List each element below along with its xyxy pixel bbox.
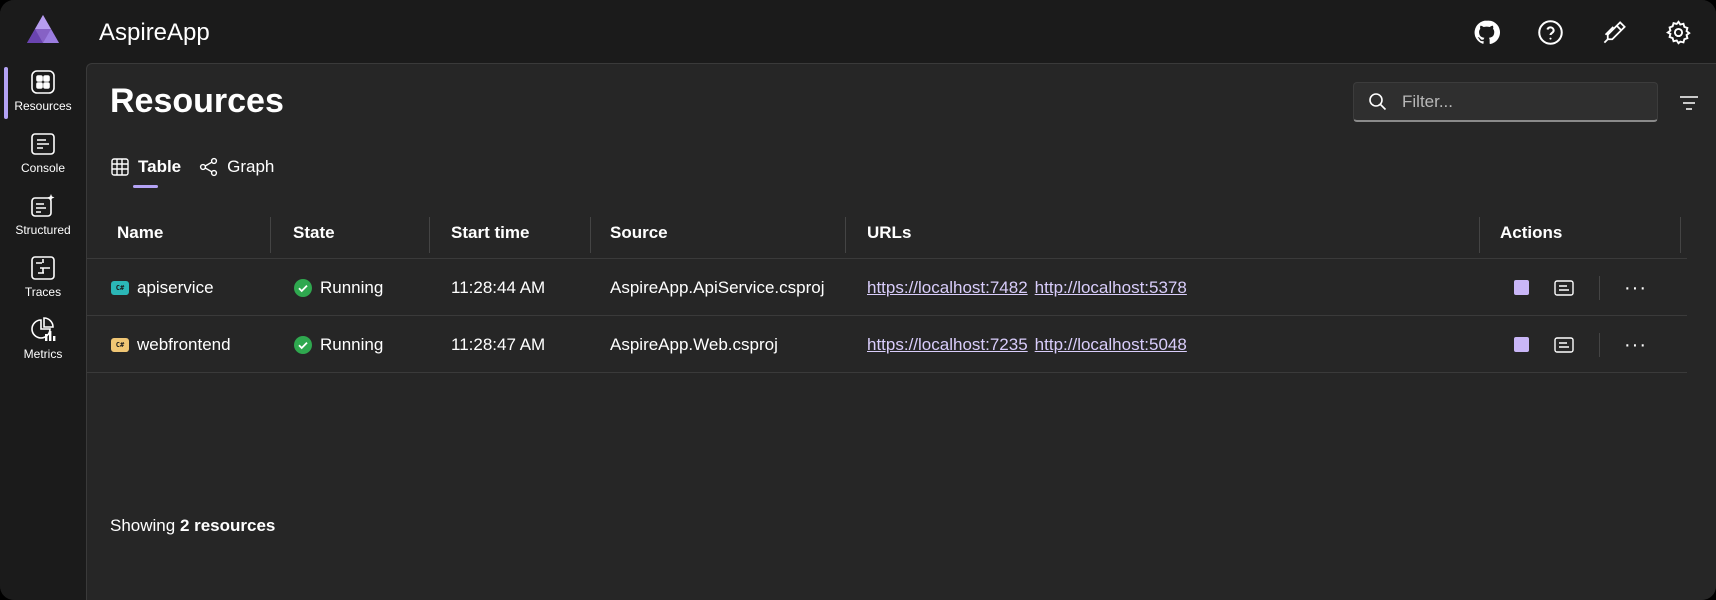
nav-item-console[interactable]: Console bbox=[0, 125, 86, 185]
action-divider bbox=[1599, 332, 1600, 357]
resource-name-cell: C# webfrontend bbox=[111, 316, 231, 373]
source-cell: AspireApp.ApiService.csproj bbox=[610, 277, 825, 297]
help-icon[interactable] bbox=[1532, 14, 1568, 50]
nav-label-structured: Structured bbox=[15, 223, 71, 237]
metrics-icon bbox=[31, 317, 56, 341]
nav-item-traces[interactable]: Traces bbox=[0, 249, 86, 309]
actions-cell: ··· bbox=[1514, 259, 1647, 316]
column-divider[interactable] bbox=[429, 217, 430, 253]
footer-count: 2 resources bbox=[179, 516, 276, 535]
nav-label-console: Console bbox=[20, 161, 66, 175]
resource-count-footer: Showing 2 resources bbox=[110, 516, 275, 536]
github-icon[interactable] bbox=[1468, 14, 1504, 50]
column-header-actions: Actions bbox=[1500, 223, 1563, 242]
resource-name-cell: C# apiservice bbox=[111, 259, 214, 316]
state-text: Running bbox=[320, 334, 384, 354]
running-check-icon bbox=[294, 278, 312, 297]
column-divider[interactable] bbox=[845, 217, 846, 253]
start-time-cell: 11:28:47 AM bbox=[451, 334, 546, 354]
top-bar: AspireApp bbox=[0, 0, 1716, 63]
state-cell: Running bbox=[293, 259, 383, 316]
action-divider bbox=[1599, 275, 1600, 300]
resources-table: Name State Start time Source URLs Action… bbox=[87, 207, 1687, 373]
tab-graph[interactable]: Graph bbox=[199, 152, 274, 182]
urls-cell: https://localhost:7482 http://localhost:… bbox=[867, 259, 1194, 316]
console-logs-icon[interactable] bbox=[1553, 334, 1575, 356]
url-link[interactable]: http://localhost:5048 bbox=[1035, 335, 1187, 355]
column-divider[interactable] bbox=[270, 217, 271, 253]
actions-cell: ··· bbox=[1514, 316, 1647, 373]
resource-name: apiservice bbox=[137, 277, 214, 297]
side-nav: Resources Console Structured Traces Metr… bbox=[0, 63, 86, 600]
header-actions bbox=[1468, 14, 1696, 50]
dev-docs-icon[interactable] bbox=[1596, 14, 1632, 50]
more-actions-icon[interactable]: ··· bbox=[1624, 278, 1647, 298]
structured-icon bbox=[31, 194, 55, 217]
nav-label-resources: Resources bbox=[14, 99, 72, 113]
nav-item-resources[interactable]: Resources bbox=[0, 63, 86, 123]
state-cell: Running bbox=[293, 316, 383, 373]
url-link[interactable]: https://localhost:7482 bbox=[867, 278, 1028, 298]
nav-label-metrics: Metrics bbox=[23, 347, 63, 361]
traces-icon bbox=[31, 256, 55, 280]
project-icon: C# bbox=[111, 337, 129, 352]
table-icon bbox=[111, 158, 129, 176]
column-header-state[interactable]: State bbox=[293, 207, 335, 259]
column-header-start-time[interactable]: Start time bbox=[451, 207, 529, 259]
running-check-icon bbox=[294, 335, 312, 354]
column-divider[interactable] bbox=[590, 217, 591, 253]
column-header-source[interactable]: Source bbox=[610, 207, 668, 259]
url-link[interactable]: http://localhost:5378 bbox=[1035, 278, 1187, 298]
graph-icon bbox=[200, 157, 218, 177]
aspire-logo-icon[interactable] bbox=[26, 14, 60, 44]
state-text: Running bbox=[320, 277, 384, 297]
settings-icon[interactable] bbox=[1660, 14, 1696, 50]
stop-icon[interactable] bbox=[1514, 337, 1529, 352]
resource-name: webfrontend bbox=[137, 334, 231, 354]
column-divider[interactable] bbox=[1479, 217, 1480, 253]
start-time-cell: 11:28:44 AM bbox=[451, 277, 546, 297]
url-link[interactable]: https://localhost:7235 bbox=[867, 335, 1028, 355]
nav-label-traces: Traces bbox=[24, 285, 62, 299]
view-tabs: Table Graph bbox=[110, 152, 274, 188]
footer-prefix: Showing bbox=[110, 516, 180, 535]
stop-icon[interactable] bbox=[1514, 280, 1529, 295]
column-divider[interactable] bbox=[1680, 217, 1681, 253]
app-title: AspireApp bbox=[99, 19, 210, 46]
app-window: AspireApp Resources Console Structured T… bbox=[0, 0, 1716, 600]
source-cell: AspireApp.Web.csproj bbox=[610, 334, 778, 354]
column-header-urls[interactable]: URLs bbox=[867, 207, 911, 259]
nav-item-metrics[interactable]: Metrics bbox=[0, 311, 86, 371]
table-row[interactable]: C# apiservice Running 11:28:44 AM Aspire… bbox=[87, 259, 1687, 316]
column-header-name[interactable]: Name bbox=[117, 207, 163, 259]
urls-cell: https://localhost:7235 http://localhost:… bbox=[867, 316, 1194, 373]
main-panel: Resources Table bbox=[86, 63, 1716, 600]
resources-icon bbox=[31, 70, 55, 94]
console-logs-icon[interactable] bbox=[1553, 277, 1575, 299]
tab-table-label: Table bbox=[138, 157, 182, 176]
console-icon bbox=[31, 133, 55, 155]
filter-field[interactable] bbox=[1353, 82, 1658, 122]
project-icon: C# bbox=[111, 280, 129, 295]
table-row[interactable]: C# webfrontend Running 11:28:47 AM Aspir… bbox=[87, 316, 1687, 373]
tab-active-indicator bbox=[133, 185, 158, 188]
search-icon bbox=[1369, 92, 1387, 110]
more-actions-icon[interactable]: ··· bbox=[1624, 335, 1647, 355]
tab-graph-label: Graph bbox=[227, 157, 275, 176]
tab-table[interactable]: Table bbox=[110, 152, 182, 188]
filter-options-icon[interactable] bbox=[1677, 91, 1701, 115]
page-title: Resources bbox=[110, 82, 284, 120]
table-header: Name State Start time Source URLs Action… bbox=[87, 207, 1687, 259]
nav-item-structured[interactable]: Structured bbox=[0, 187, 86, 247]
filter-input[interactable] bbox=[1402, 91, 1642, 112]
